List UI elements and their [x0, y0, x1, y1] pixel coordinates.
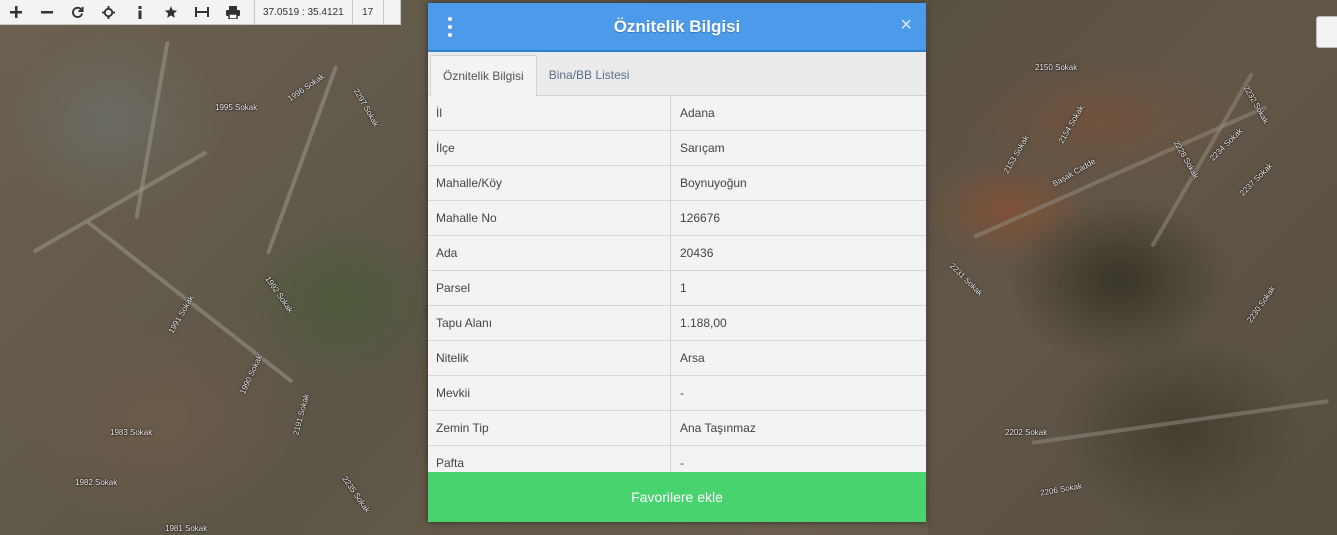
info-icon[interactable]	[124, 0, 155, 24]
row-value: Boynuyoğun	[680, 176, 747, 190]
row-key: Mahalle No	[428, 201, 671, 235]
street-label: 2235 Sokak	[340, 474, 372, 515]
table-row: İlçe Sarıçam	[428, 131, 926, 166]
row-value: -	[680, 386, 684, 400]
row-value: Ana Taşınmaz	[680, 421, 756, 435]
row-value: 126676	[680, 211, 721, 225]
attribute-info-dialog: Öznitelik Bilgisi × Öznitelik Bilgisi Bi…	[428, 3, 926, 522]
street-label: 1991 Sokak	[166, 293, 196, 336]
refresh-icon[interactable]	[62, 0, 93, 24]
row-value: Sarıçam	[680, 141, 725, 155]
row-key: İlçe	[428, 131, 671, 165]
add-to-favorites-button[interactable]: Favorilere ekle	[428, 472, 926, 522]
street-label: 2150 Sokak	[1035, 63, 1078, 72]
table-row: Mevkii -	[428, 376, 926, 411]
table-row: Tapu Alanı 1.188,00	[428, 306, 926, 341]
table-row: Zemin Tip Ana Taşınmaz	[428, 411, 926, 446]
coordinate-readout: 37.0519 : 35.4121	[254, 0, 353, 24]
street-label: 1990 Sokak	[238, 353, 265, 396]
table-row: Nitelik Arsa	[428, 341, 926, 376]
row-key: Tapu Alanı	[428, 306, 671, 340]
menu-dots-icon[interactable]	[446, 17, 454, 37]
attribute-table: İl Adana İlçe Sarıçam Mahalle/Köy Boynuyoğu…	[428, 96, 926, 481]
table-row: Ada 20436	[428, 236, 926, 271]
street-label: 1981 Sokak	[165, 524, 208, 533]
side-panel-toggle[interactable]	[1316, 16, 1337, 48]
street-label: 2191 Sokak	[291, 392, 311, 437]
row-key: İl	[428, 96, 671, 130]
street-label: 2297 Sokak	[351, 86, 381, 129]
row-value: Arsa	[680, 351, 705, 365]
street-label: 2202 Sokak	[1005, 428, 1048, 437]
row-key: Nitelik	[428, 341, 671, 375]
row-key: Mevkii	[428, 376, 671, 410]
table-row: Mahalle No 126676	[428, 201, 926, 236]
street-label: 1996 Sokak	[286, 71, 327, 104]
row-key: Mahalle/Köy	[428, 166, 671, 200]
locate-icon[interactable]	[93, 0, 124, 24]
street-label: 1983 Sokak	[110, 428, 153, 437]
table-row: İl Adana	[428, 96, 926, 131]
star-icon[interactable]	[155, 0, 186, 24]
street-label: 1995 Sokak	[215, 103, 258, 112]
table-row: Parsel 1	[428, 271, 926, 306]
row-value: 1	[680, 281, 687, 295]
row-key: Parsel	[428, 271, 671, 305]
close-icon[interactable]: ×	[900, 15, 912, 35]
minus-icon[interactable]	[31, 0, 62, 24]
row-value: Adana	[680, 106, 715, 120]
zoom-level: 17	[353, 0, 384, 24]
table-row: Mahalle/Köy Boynuyoğun	[428, 166, 926, 201]
dialog-tabs: Öznitelik Bilgisi Bina/BB Listesi	[428, 52, 926, 96]
tab-attribute-info[interactable]: Öznitelik Bilgisi	[430, 55, 537, 96]
row-key: Zemin Tip	[428, 411, 671, 445]
dialog-title: Öznitelik Bilgisi	[613, 16, 741, 36]
street-label: 1982 Sokak	[75, 478, 118, 487]
row-key: Ada	[428, 236, 671, 270]
measure-icon[interactable]	[186, 0, 217, 24]
tab-building-list[interactable]: Bina/BB Listesi	[537, 55, 642, 95]
map-toolbar: 37.0519 : 35.4121 17	[0, 0, 401, 25]
street-label: 1992 Sokak	[263, 274, 295, 315]
row-value: 20436	[680, 246, 714, 260]
row-value: 1.188,00	[680, 316, 727, 330]
plus-icon[interactable]	[0, 0, 31, 24]
dialog-header: Öznitelik Bilgisi ×	[428, 3, 926, 52]
print-icon[interactable]	[217, 0, 248, 24]
